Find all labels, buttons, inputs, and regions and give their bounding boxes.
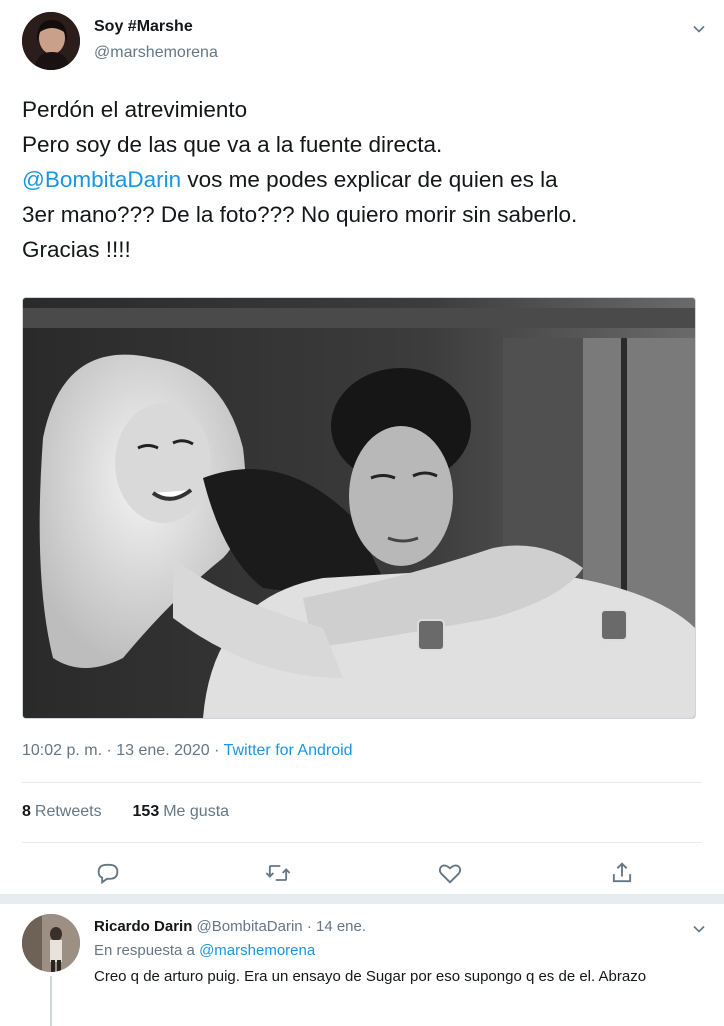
- reply-icon[interactable]: [94, 859, 122, 887]
- likes-stat[interactable]: 153 Me gusta: [133, 803, 230, 820]
- author-name[interactable]: Soy #Marshe: [94, 18, 193, 36]
- share-icon[interactable]: [608, 859, 636, 887]
- reply-tweet[interactable]: Ricardo Darin @BombitaDarin · 14 ene. En…: [0, 904, 724, 1026]
- avatar[interactable]: [22, 914, 80, 972]
- reply-header: Ricardo Darin @BombitaDarin · 14 ene.: [94, 918, 366, 935]
- reply-author-name[interactable]: Ricardo Darin: [94, 918, 192, 935]
- divider: [22, 842, 702, 843]
- tweet-text-line: 3er mano??? De la foto??? No quiero mori…: [22, 202, 578, 227]
- thread-line: [50, 976, 52, 1026]
- tweet-meta: 10:02 p. m. · 13 ene. 2020 · Twitter for…: [22, 742, 353, 760]
- tweet-actions: [0, 855, 724, 891]
- reply-text: Creo q de arturo puig. Era un ensayo de …: [94, 968, 647, 985]
- tweet-text-line: Gracias !!!!: [22, 237, 131, 262]
- in-reply-to: En respuesta a @marshemorena: [94, 942, 315, 959]
- tweet-text: Perdón el atrevimiento Pero soy de las q…: [22, 92, 702, 267]
- tweet-text-line: Pero soy de las que va a la fuente direc…: [22, 132, 443, 157]
- mention-link[interactable]: @marshemorena: [199, 942, 315, 959]
- in-reply-to-label: En respuesta a: [94, 942, 200, 959]
- heart-icon[interactable]: [436, 859, 464, 887]
- tweet-text-fragment: vos me podes explicar de quien es la: [181, 167, 558, 192]
- reply-author-handle[interactable]: @BombitaDarin: [197, 918, 303, 935]
- retweet-icon[interactable]: [264, 859, 292, 887]
- section-separator: [0, 894, 724, 904]
- tweet: Soy #Marshe @marshemorena Perdón el atre…: [0, 0, 724, 905]
- retweets-label: Retweets: [34, 803, 102, 820]
- divider: [22, 782, 702, 783]
- avatar[interactable]: [22, 12, 80, 70]
- tweet-text-line: Perdón el atrevimiento: [22, 97, 248, 122]
- tweet-stats: 8 Retweets 153 Me gusta: [22, 803, 229, 821]
- tweet-photo[interactable]: [22, 297, 696, 719]
- source-link[interactable]: Twitter for Android: [224, 742, 353, 759]
- chevron-down-icon[interactable]: [692, 922, 706, 936]
- author-handle[interactable]: @marshemorena: [94, 44, 218, 62]
- retweets-stat[interactable]: 8 Retweets: [22, 803, 102, 820]
- retweets-count: 8: [22, 803, 31, 820]
- likes-label: Me gusta: [163, 803, 230, 820]
- chevron-down-icon[interactable]: [692, 22, 706, 36]
- tweet-text-line: @BombitaDarin vos me podes explicar de q…: [22, 162, 702, 197]
- reply-date[interactable]: · 14 ene.: [307, 918, 366, 935]
- mention-link[interactable]: @BombitaDarin: [22, 167, 181, 192]
- timestamp[interactable]: 10:02 p. m. · 13 ene. 2020 ·: [22, 742, 224, 759]
- likes-count: 153: [132, 803, 160, 820]
